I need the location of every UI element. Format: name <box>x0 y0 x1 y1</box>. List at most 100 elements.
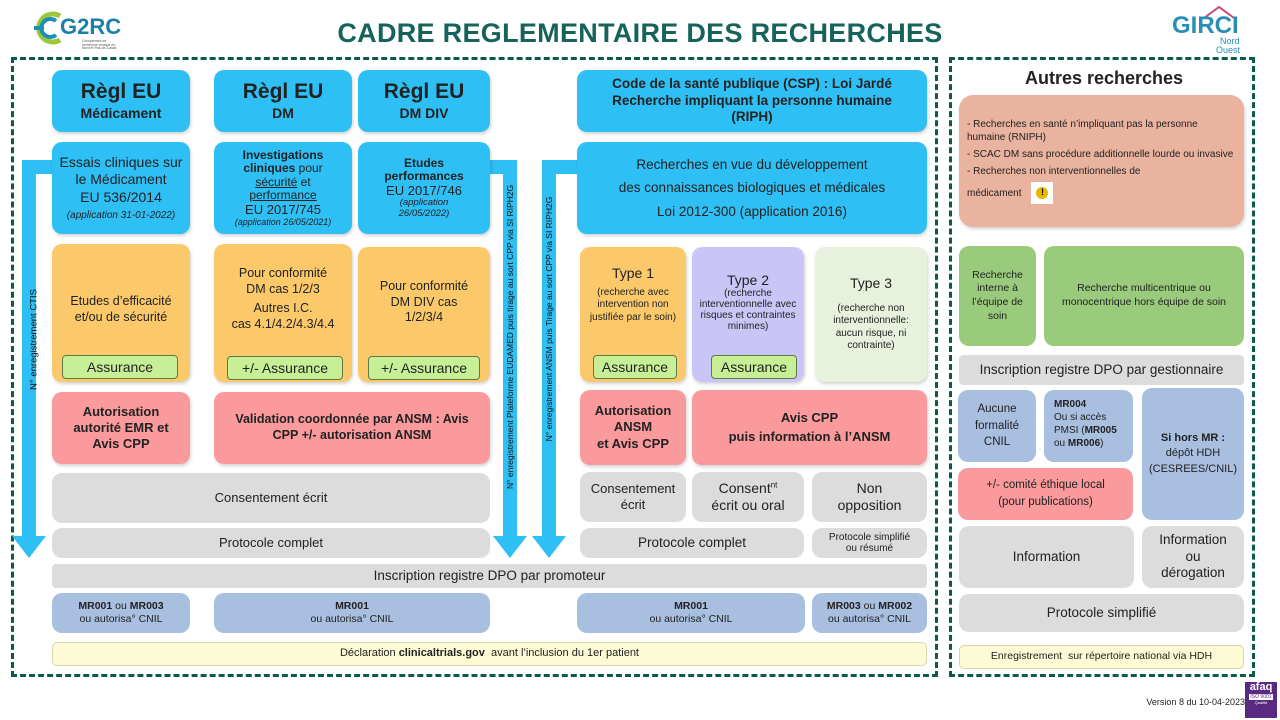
reg-dm-securite: sécurité <box>255 174 298 189</box>
reg-dm-performance: performance <box>249 188 317 203</box>
riph-description: Recherches en vue du développement des c… <box>577 142 927 234</box>
insurance-badge-dm-div: +/- Assurance <box>368 356 480 380</box>
declaration-post: avant l’inclusion du 1er patient <box>484 647 639 660</box>
side-list-item-3-end: médicament <box>967 187 1022 199</box>
mr-0-b1: MR001 <box>78 599 113 612</box>
mr004-pmsi: PMSI ( <box>1054 425 1085 436</box>
protocol-type-1-2: Protocole complet <box>580 528 804 558</box>
reg-dm-l2: cliniques pour <box>243 162 322 175</box>
afaq-iso-badge: afaq ISO 9001 Qualité <box>1245 681 1277 718</box>
reg-med-l4: (application 31-01-2022) <box>66 210 176 221</box>
type-3-title: Type 3 <box>849 275 893 291</box>
csp-line2: Recherche impliquant la personne humaine <box>612 92 892 108</box>
reg-dm-l3: sécurité et <box>255 174 310 189</box>
type-1-title: Type 1 <box>611 265 655 281</box>
hdh-title: Si hors MR : <box>1160 431 1226 444</box>
mr-0-l1: MR001 ou MR003 <box>78 600 163 613</box>
auth-t1-l1: Autorisation <box>594 403 672 419</box>
internal-l4: soin <box>987 309 1008 322</box>
mr004-l3: PMSI (MR005 <box>1054 424 1117 437</box>
header-regl-eu-medicament: Règl EU Médicament <box>52 70 190 132</box>
purpose-div-l1: Pour conformité <box>379 279 469 293</box>
protocol-t3-l2: ou résumé <box>845 543 894 554</box>
regulation-medicament: Essais cliniques sur le Médicament EU 53… <box>52 142 190 234</box>
dpo-registration-promoter: Inscription registre DPO par promoteur <box>52 564 927 588</box>
page-title: CADRE REGLEMENTAIRE DES RECHERCHES <box>337 18 943 48</box>
consent-eu-text: Consentement écrit <box>214 489 328 505</box>
multicentric-l1: Recherche multicentrique ou <box>1077 282 1211 295</box>
version-label: Version 8 du 10-04-2023 <box>1146 697 1245 707</box>
insurance-badge-medicament: Assurance <box>62 355 178 379</box>
csp-line1: Code de la santé publique (CSP) : Loi Ja… <box>612 75 892 91</box>
mr-3-l1: MR003 ou MR002 <box>827 600 912 613</box>
protocol-t12-text: Protocole complet <box>637 534 747 550</box>
simplified-protocol-text: Protocole simplifié <box>1046 604 1157 620</box>
consent-t1-l2: écrit <box>620 497 646 512</box>
header-regl-eu-dm-div: Règl EU DM DIV <box>358 70 490 132</box>
mr005: MR005 <box>1084 425 1117 436</box>
no-cnil-l2: formalité <box>974 419 1020 432</box>
no-cnil-formality: Aucune formalité CNIL <box>958 390 1036 462</box>
mr-1-b1: MR001 <box>335 599 369 612</box>
no-cnil-l3: CNIL <box>983 436 1011 449</box>
dpo-promoter-text: Inscription registre DPO par promoteur <box>373 567 606 583</box>
authorization-medicament: Autorisation autorité EMR et Avis CPP <box>52 392 190 464</box>
dpo-manager-text: Inscription registre DPO par gestionnair… <box>979 361 1224 377</box>
national-registry: Enregistrement sur répertoire national v… <box>959 645 1244 669</box>
auth-dm-l2: CPP +/- autorisation ANSM <box>272 428 432 442</box>
declaration-link: clinicaltrials.gov <box>398 647 485 660</box>
auth-med-l1: Autorisation <box>82 403 160 419</box>
side-list-item-1: - Recherches en santé n’impliquant pas l… <box>967 119 1198 143</box>
type-2-desc: (recherche interventionnelle avec risque… <box>699 288 797 333</box>
riph-desc-l2: des connaissances biologiques et médical… <box>618 180 886 196</box>
reg-div-l5: 26/05/2022) <box>398 207 450 219</box>
mr-0-mid: ou <box>112 599 130 612</box>
authorization-type-2-3: Avis CPP puis information à l’ANSM <box>692 390 927 465</box>
protocol-eu-text: Protocole complet <box>218 534 324 550</box>
header-subtitle: DM DIV <box>399 105 449 122</box>
riph-desc-l1: Recherches en vue du développement <box>636 156 868 172</box>
info-derog-l2: ou <box>1185 548 1201 564</box>
mr-2-b1: MR001 <box>674 599 708 612</box>
auth-t1-l2: ANSM <box>613 419 653 435</box>
ethics-l1: +/- comité éthique local <box>986 479 1105 492</box>
local-ethics-committee: +/- comité éthique local (pour publicati… <box>958 468 1133 520</box>
mr004-box: MR004 Ou si accès PMSI (MR005 ou MR006) <box>1044 390 1133 462</box>
consent-eu: Consentement écrit <box>52 473 490 523</box>
internal-l1: Recherche <box>972 268 1023 281</box>
mr004-l2: Ou si accès <box>1054 412 1107 423</box>
protocol-eu: Protocole complet <box>52 528 490 558</box>
arrow-eudamed-label: N° enregistrement Plateforme EUDAMED pui… <box>505 184 515 489</box>
purpose-dm-l4: cas 4.1/4.2/4.3/4.4 <box>231 316 335 331</box>
reg-dm-l5: (application 26/05/2021) <box>234 217 332 228</box>
mr-2-l2: ou autorisa° CNIL <box>649 613 733 625</box>
info-derog-l1: Information <box>1159 531 1227 547</box>
header-regl-eu-dm: Règl EU DM <box>214 70 352 132</box>
internal-l3: l’équipe de <box>972 296 1023 308</box>
reg-dm-l1: Investigations <box>242 147 324 162</box>
header-csp-loi-jarde: Code de la santé publique (CSP) : Loi Ja… <box>577 70 927 132</box>
auth-t23-l1: Avis CPP <box>780 409 839 425</box>
mr-0-b2: MR003 <box>129 599 164 612</box>
type-3-box: Type 3 (recherche non interventionnelle:… <box>815 247 927 382</box>
internal-l2: interne à <box>977 282 1018 295</box>
ethics-l2: (pour publications) <box>998 496 1093 508</box>
regulation-dm-div: Etudes performances EU 2017/746 (applica… <box>358 142 490 234</box>
badge-afaq: afaq <box>1249 681 1273 693</box>
girci-logo-ouest: Ouest <box>1216 45 1241 55</box>
reg-med-l1: Essais cliniques sur <box>59 153 183 170</box>
header-title: Règl EU <box>80 80 162 104</box>
mr004-l4: ou MR006) <box>1054 437 1104 450</box>
internal-research: Recherche interne à l’équipe de soin <box>959 246 1036 346</box>
information-derogation-box: Information ou dérogation <box>1142 526 1244 588</box>
protocol-type-3: Protocole simplifié ou résumé <box>812 528 927 558</box>
reg-dm-cliniques: cliniques <box>243 161 296 176</box>
header-subtitle: Médicament <box>80 105 162 122</box>
consent-type-2: Consentnt écrit ou oral <box>692 472 804 522</box>
other-research-list: - Recherches en santé n’impliquant pas l… <box>959 95 1244 227</box>
hdh-l2: dépôt HDH <box>1165 447 1221 460</box>
info-derog-l3: dérogation <box>1161 565 1225 581</box>
mr-box-type-3: MR003 ou MR002 ou autorisa° CNIL <box>812 593 927 633</box>
auth-med-l3: Avis CPP <box>92 436 150 452</box>
consent-t3-l2: opposition <box>837 497 902 513</box>
